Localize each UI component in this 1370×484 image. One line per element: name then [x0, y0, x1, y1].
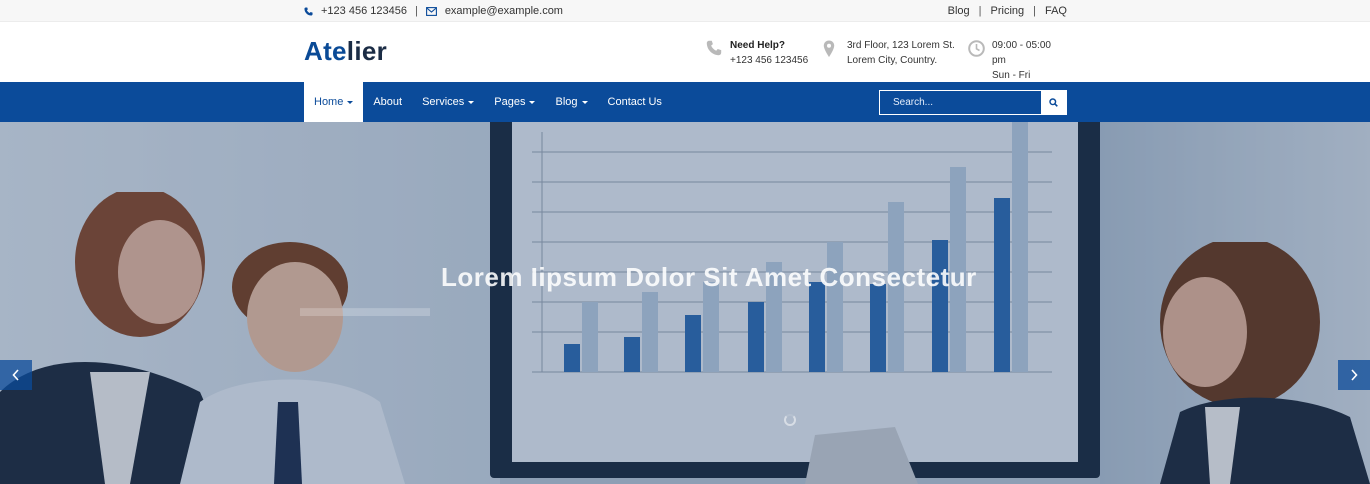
caret-down-icon: [529, 100, 536, 104]
nav-item-pages[interactable]: Pages: [484, 82, 545, 122]
slider-next-button[interactable]: [1338, 360, 1370, 390]
site-header: Atelier Need Help? +123 456 123456 3rd F…: [0, 22, 1370, 82]
hero-title: Lorem Iipsum Dolor Sit Amet Consectetur: [441, 262, 977, 292]
top-bar: +123 456 123456 | example@example.com Bl…: [0, 0, 1370, 22]
clock-icon: [968, 38, 985, 83]
hero-overlay: [0, 122, 1370, 484]
divider: |: [414, 5, 418, 17]
search-icon: [1049, 98, 1058, 107]
help-phone: +123 456 123456: [730, 55, 809, 66]
nav-item-about[interactable]: About: [363, 82, 412, 122]
divider: |: [1033, 5, 1036, 17]
map-marker-icon: [823, 38, 839, 68]
chevron-left-icon: [12, 369, 20, 381]
site-logo[interactable]: Atelier: [304, 36, 387, 67]
chevron-right-icon: [1350, 369, 1358, 381]
slider-prev-button[interactable]: [0, 360, 32, 390]
nav-item-contact[interactable]: Contact Us: [598, 82, 672, 122]
nav-label: Services: [422, 96, 465, 108]
address-line1: 3rd Floor, 123 Lorem St.: [847, 40, 955, 51]
caret-down-icon: [581, 100, 588, 104]
hero-ghost-decoration: ▬▬▬▬▬: [300, 292, 430, 322]
nav-label: Blog: [555, 96, 578, 108]
search-input[interactable]: [880, 91, 1041, 114]
topbar-link-faq[interactable]: FAQ: [1045, 5, 1067, 17]
caret-down-icon: [347, 100, 354, 104]
search-button[interactable]: [1041, 91, 1066, 114]
divider: |: [978, 5, 982, 17]
hero-slider: ▬▬▬▬▬ Lorem Iipsum Dolor Sit Amet Consec…: [0, 122, 1370, 484]
help-title: Need Help?: [730, 40, 786, 51]
nav-label: Pages: [494, 96, 526, 108]
logo-text-part1: Ate: [304, 36, 347, 66]
nav-item-blog[interactable]: Blog: [545, 82, 597, 122]
phone-icon: [706, 38, 722, 68]
nav-label: About: [373, 96, 403, 108]
address-line2: Lorem City, Country.: [847, 55, 938, 66]
logo-text-part2: lier: [346, 36, 388, 66]
topbar-link-blog[interactable]: Blog: [948, 5, 970, 17]
address-info: 3rd Floor, 123 Lorem St. Lorem City, Cou…: [823, 38, 955, 68]
help-info: Need Help? +123 456 123456: [706, 38, 808, 68]
topbar-link-pricing[interactable]: Pricing: [991, 5, 1025, 17]
search-form: [879, 90, 1067, 115]
hours-line2: Sun - Fri: [992, 70, 1031, 81]
caret-down-icon: [468, 100, 475, 104]
nav-item-home[interactable]: Home: [304, 82, 364, 122]
hours-info: 09:00 - 05:00 pm Sun - Fri: [968, 38, 1067, 83]
topbar-phone: +123 456 123456: [321, 5, 407, 17]
nav-label: Contact Us: [607, 96, 662, 108]
envelope-icon: [425, 6, 437, 16]
hours-line1: 09:00 - 05:00 pm: [992, 40, 1051, 66]
nav-label: Home: [314, 96, 344, 108]
main-nav: Home About Services Pages Blog Contact U…: [0, 82, 1370, 122]
slider-loading-icon: [784, 414, 796, 426]
phone-icon: [304, 6, 313, 16]
nav-item-services[interactable]: Services: [412, 82, 484, 122]
topbar-email-link[interactable]: example@example.com: [445, 5, 563, 17]
